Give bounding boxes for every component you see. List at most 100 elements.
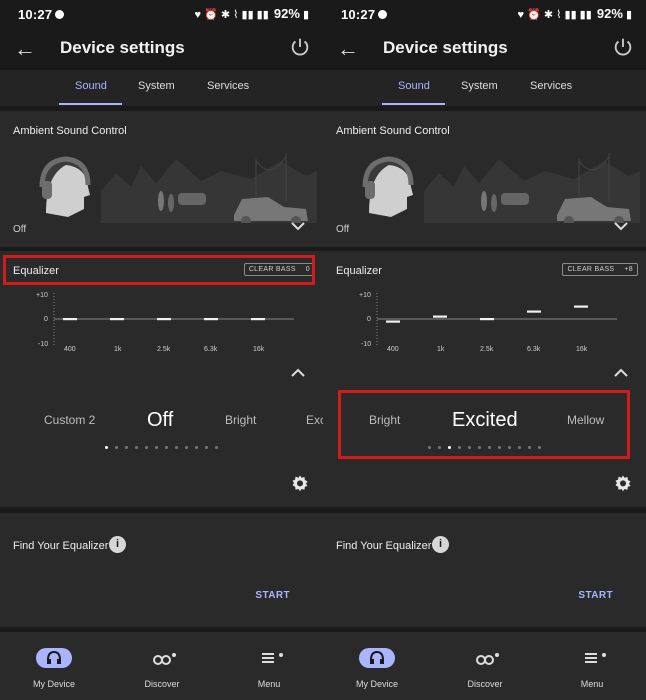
find-equalizer-label: Find Your Equalizer [336,540,432,552]
menu-pill [251,648,287,668]
equalizer-graph [376,293,617,345]
nav-label-discover: Discover [467,679,503,689]
tab-system[interactable]: System [138,80,175,92]
page-dot [125,446,128,449]
battery-percent: 92% [596,6,623,21]
my-device-pill [359,648,395,668]
chevron-down-icon[interactable] [614,221,628,231]
menu-notification-dot [279,653,283,657]
status-bar: 10:27 ♥ ⏰ ✱ ⌇ ▮▮ ▮▮ 92% ▮ [323,0,646,30]
nav-discover[interactable]: Discover [445,648,525,689]
highlight-box-equalizer [3,255,315,285]
clear-bass-value: +8 [624,266,633,273]
ambient-sound-card[interactable]: Ambient Sound Control Off [323,111,646,247]
nav-label-my-device: My Device [32,679,75,689]
headphones-icon [370,650,384,664]
ambient-sound-card[interactable]: Ambient Sound Control Off [0,111,323,247]
clear-bass-badge[interactable]: CLEAR BASS +8 [562,263,638,276]
eq-band-0[interactable] [63,318,77,321]
eq-band-4[interactable] [574,305,588,308]
page-dot [195,446,198,449]
x-tick-400: 400 [64,346,76,353]
page-dot [115,446,118,449]
x-tick-400: 400 [387,346,399,353]
preset-next[interactable]: Bright [225,413,256,427]
chevron-up-icon[interactable] [291,368,305,378]
preset-next-2[interactable]: Exc [306,413,323,427]
nav-menu[interactable]: Menu [229,648,309,689]
nav-my-device[interactable]: My Device [337,648,417,689]
x-tick-6.3k: 6.3k [204,346,218,353]
x-tick-6.3k: 6.3k [527,346,541,353]
eq-band-3[interactable] [527,310,541,313]
tab-indicator [382,103,445,105]
nav-label-menu: Menu [257,679,281,689]
find-equalizer-card: Find Your Equalizer i START [323,513,646,627]
x-tick-1k: 1k [437,346,445,353]
eq-band-2[interactable] [157,318,171,321]
tab-bar: Sound System Services [323,70,646,106]
ambient-sound-label: Ambient Sound Control [13,125,127,137]
tab-bar: Sound System Services [0,70,323,106]
eq-band-3[interactable] [204,318,218,321]
tab-sound[interactable]: Sound [75,80,107,92]
start-button[interactable]: START [255,590,290,601]
nav-my-device[interactable]: My Device [14,648,94,689]
eq-band-1[interactable] [433,315,447,318]
app-bar: ← Device settings [0,30,323,68]
preset-current[interactable]: Off [147,409,173,432]
equalizer-card: Equalizer CLEAR BASS 0 [0,251,323,507]
x-tick-2.5k: 2.5k [480,346,494,353]
info-icon[interactable]: i [109,536,126,553]
nav-discover[interactable]: Discover [122,648,202,689]
gear-icon[interactable] [614,474,632,492]
y-tick-min: -10 [38,341,49,348]
power-icon[interactable] [289,36,311,58]
page-dot [135,446,138,449]
status-bar: 10:27 ♥ ⏰ ✱ ⌇ ▮▮ ▮▮ 92% ▮ [0,0,323,30]
nav-menu[interactable]: Menu [552,648,632,689]
ambient-value: Off [336,224,350,235]
bottom-nav: My Device Discover Menu [323,632,646,700]
status-icons: ♥ ⏰ ✱ ⌇ ▮▮ ▮▮ 92% ▮ [194,6,309,21]
chevron-down-icon[interactable] [291,221,305,231]
menu-icon [585,653,597,663]
y-tick-zero: 0 [44,316,48,323]
gear-icon[interactable] [291,474,309,492]
eq-band-1[interactable] [110,318,124,321]
equalizer-card: Equalizer CLEAR BASS +8 [323,251,646,507]
tab-system[interactable]: System [461,80,498,92]
back-arrow-icon[interactable]: ← [337,36,359,62]
tab-services[interactable]: Services [207,80,249,92]
eq-band-0[interactable] [386,320,400,323]
y-tick-max: +10 [36,292,48,299]
power-icon[interactable] [612,36,634,58]
discover-notification-dot [495,653,499,657]
eq-band-2[interactable] [480,318,494,321]
spotify-icon [55,10,64,19]
tab-sound[interactable]: Sound [398,80,430,92]
tab-indicator [59,103,122,105]
info-icon[interactable]: i [432,536,449,553]
preset-prev[interactable]: Custom 2 [44,413,95,427]
y-tick-min: -10 [361,341,372,348]
menu-icon [262,653,274,663]
find-equalizer-card: Find Your Equalizer i START [0,513,323,627]
back-arrow-icon[interactable]: ← [14,36,36,62]
nav-label-discover: Discover [144,679,180,689]
chevron-up-icon[interactable] [614,368,628,378]
find-equalizer-label: Find Your Equalizer [13,540,109,552]
x-tick-16k: 16k [253,346,265,353]
start-button[interactable]: START [578,590,613,601]
equalizer-label: Equalizer [336,265,382,277]
page-title: Device settings [383,38,508,57]
discover-pill [144,648,180,668]
bottom-nav: My Device Discover Menu [0,632,323,700]
x-tick-2.5k: 2.5k [157,346,171,353]
tab-services[interactable]: Services [530,80,572,92]
nav-label-menu: Menu [580,679,604,689]
ambient-scene-illustration [329,151,640,223]
eq-band-4[interactable] [251,318,265,321]
status-time: 10:27 [341,7,376,22]
menu-notification-dot [602,653,606,657]
